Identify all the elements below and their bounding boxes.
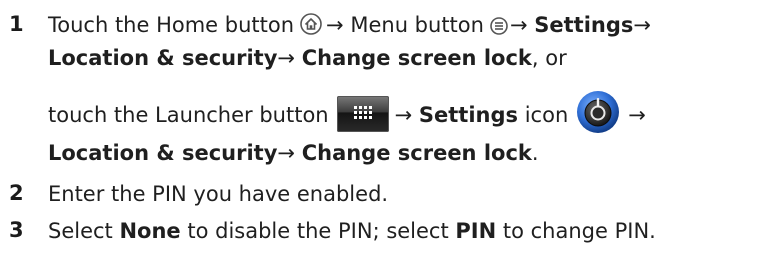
change-screen-lock-label: Change screen lock — [301, 141, 532, 165]
instruction-text: Menu button — [350, 13, 484, 37]
step-number: 2 — [9, 181, 24, 205]
instruction-text: . — [531, 141, 539, 165]
instruction-text: Enter the PIN you have enabled. — [48, 182, 389, 206]
instruction-text: to disable the PIN; select — [187, 219, 449, 243]
change-screen-lock-label: Change screen lock — [301, 46, 532, 70]
location-security-label: Location & security — [48, 141, 278, 165]
step-number: 1 — [9, 12, 24, 36]
settings-label: Settings — [418, 103, 519, 127]
arrow: → — [633, 13, 651, 37]
menu-icon — [490, 15, 508, 35]
settings-label: Settings — [534, 13, 634, 37]
step-1-line-4: Location & security→ Change screen lock. — [48, 140, 539, 166]
step-1-line-1: Touch the Home button → Menu button → Sett… — [48, 12, 651, 38]
none-label: None — [119, 219, 181, 243]
arrow: → — [277, 141, 296, 165]
instruction-text: to change PIN. — [502, 219, 656, 243]
step-3-line: Select None to disable the PIN; select P… — [48, 218, 656, 244]
arrow: → — [326, 13, 344, 37]
instruction-text: Touch the Home button — [48, 13, 295, 37]
instruction-text: , or — [531, 46, 567, 70]
arrow: → — [509, 13, 528, 37]
arrow: → — [628, 103, 646, 127]
step-number: 3 — [9, 218, 24, 242]
arrow: → — [394, 103, 413, 127]
launcher-grid-icon — [336, 96, 389, 132]
settings-knob-icon — [576, 90, 620, 134]
instruction-text: Select — [48, 219, 113, 243]
step-2-line: Enter the PIN you have enabled. — [48, 181, 388, 207]
arrow: → — [277, 46, 296, 70]
home-icon — [300, 13, 322, 35]
pin-label: PIN — [455, 219, 497, 243]
step-1-line-3: touch the Launcher button → Settings icon… — [48, 91, 646, 138]
instruction-text: touch the Launcher button — [48, 103, 329, 127]
step-1-line-2: Location & security→ Change screen lock,… — [48, 45, 567, 71]
instruction-text: icon — [524, 103, 569, 127]
location-security-label: Location & security — [48, 46, 278, 70]
